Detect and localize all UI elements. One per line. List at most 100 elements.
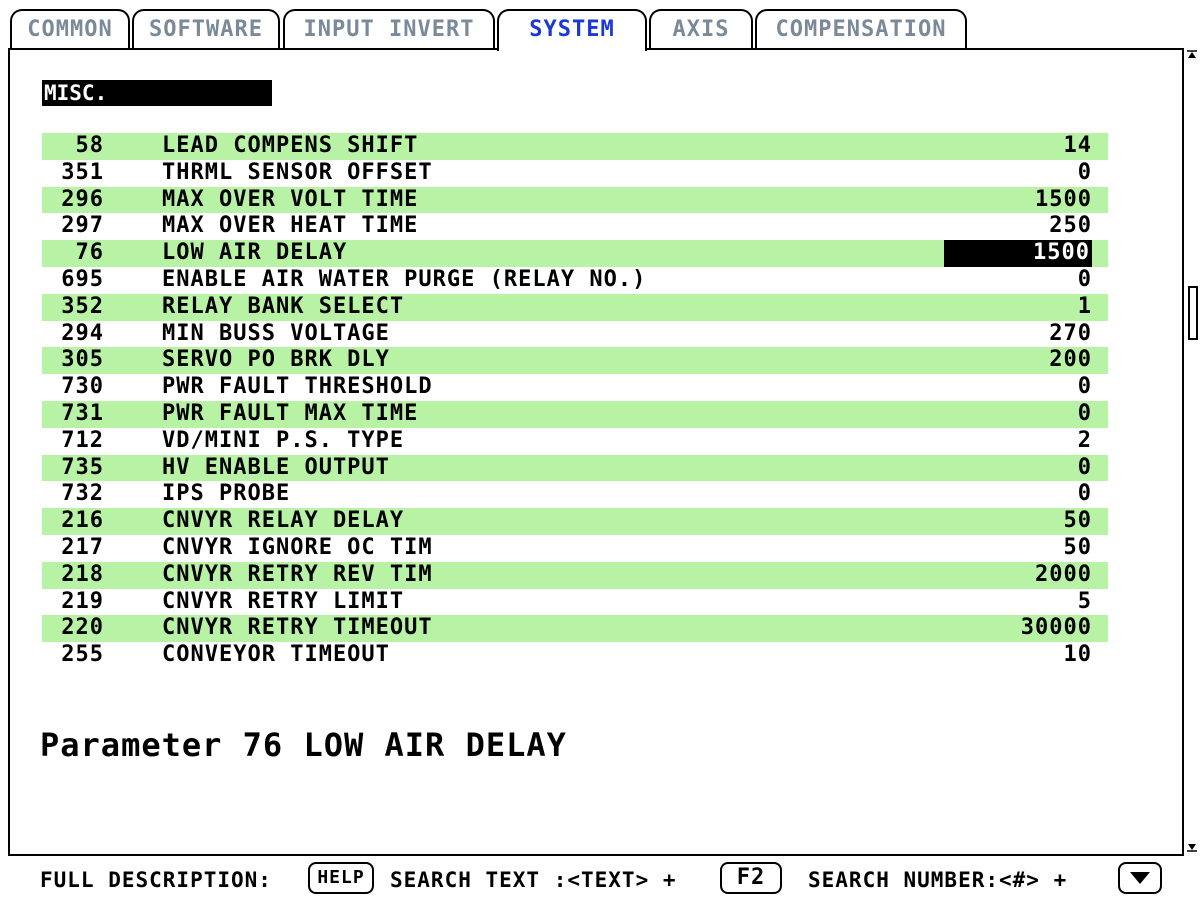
full-description-label: FULL DESCRIPTION: xyxy=(40,868,272,892)
parameter-number: 255 xyxy=(61,642,104,668)
parameter-name: MAX OVER VOLT TIME xyxy=(162,186,419,212)
parameter-row[interactable]: 217 CNVYR IGNORE OC TIM 50 xyxy=(42,535,1108,562)
parameter-value[interactable]: 50 xyxy=(1064,508,1093,535)
parameter-number: 219 xyxy=(61,588,104,614)
parameter-name: LEAD COMPENS SHIFT xyxy=(162,133,419,158)
parameter-row[interactable]: 294 MIN BUSS VOLTAGE 270 xyxy=(42,321,1108,348)
parameter-row[interactable]: 220 CNVYR RETRY TIMEOUT 30000 xyxy=(42,615,1108,643)
parameter-number: 76 xyxy=(75,240,104,266)
parameter-number: 735 xyxy=(61,454,104,480)
parameter-row[interactable]: 216 CNVYR RELAY DELAY 50 xyxy=(42,508,1108,535)
parameter-number: 297 xyxy=(61,213,104,239)
parameter-row[interactable]: 351 THRML SENSOR OFFSET 0 xyxy=(42,160,1108,187)
f2-key-button[interactable]: F2 xyxy=(720,862,782,894)
parameter-value-selected[interactable]: 1500 xyxy=(944,240,1092,267)
parameter-number: 351 xyxy=(61,159,104,185)
search-text-label: SEARCH TEXT :<TEXT> + xyxy=(390,868,677,892)
parameter-name: CNVYR RELAY DELAY xyxy=(162,508,405,534)
parameter-number: 294 xyxy=(61,320,104,346)
parameter-row[interactable]: 695 ENABLE AIR WATER PURGE (RELAY NO.) 0 xyxy=(42,267,1108,294)
parameter-name: CNVYR RETRY TIMEOUT xyxy=(162,615,433,641)
parameter-name: CNVYR RETRY REV TIM xyxy=(162,561,433,587)
scroll-up-icon[interactable] xyxy=(1187,50,1197,60)
parameter-name: MIN BUSS VOLTAGE xyxy=(162,320,390,346)
parameter-value[interactable]: 1500 xyxy=(1035,187,1092,214)
parameter-number: 216 xyxy=(61,508,104,534)
parameter-value[interactable]: 14 xyxy=(1064,133,1093,160)
parameter-name: ENABLE AIR WATER PURGE (RELAY NO.) xyxy=(162,266,647,292)
parameter-name: HV ENABLE OUTPUT xyxy=(162,454,390,480)
parameter-value[interactable]: 270 xyxy=(1049,321,1092,348)
parameter-name: RELAY BANK SELECT xyxy=(162,293,405,319)
parameter-row[interactable]: 255 CONVEYOR TIMEOUT 10 xyxy=(42,642,1108,669)
down-arrow-icon xyxy=(1130,872,1150,884)
parameter-name: THRML SENSOR OFFSET xyxy=(162,159,433,185)
tab-input-invert[interactable]: INPUT INVERT xyxy=(283,9,495,49)
parameter-value[interactable]: 0 xyxy=(1078,455,1092,482)
parameter-table: 58 LEAD COMPENS SHIFT 14 351 THRML SENSOR OF… xyxy=(42,133,1108,669)
parameter-name: SERVO PO BRK DLY xyxy=(162,347,390,373)
parameter-value[interactable]: 0 xyxy=(1078,374,1092,401)
tab-software[interactable]: SOFTWARE xyxy=(132,9,280,49)
parameter-panel: MISC. 58 LEAD COMPENS SHIFT 14 351 THRML SEN… xyxy=(8,48,1184,856)
parameter-number: 58 xyxy=(75,133,104,158)
parameter-name: CONVEYOR TIMEOUT xyxy=(162,642,390,668)
tab-axis[interactable]: AXIS xyxy=(649,9,753,49)
parameter-value[interactable]: 5 xyxy=(1078,589,1092,616)
parameter-name: LOW AIR DELAY xyxy=(162,240,348,266)
parameter-row[interactable]: 735 HV ENABLE OUTPUT 0 xyxy=(42,454,1108,482)
parameter-value[interactable]: 30000 xyxy=(1021,615,1092,642)
parameter-row[interactable]: 219 CNVYR RETRY LIMIT 5 xyxy=(42,589,1108,616)
help-key-button[interactable]: HELP xyxy=(308,862,374,894)
parameter-number: 218 xyxy=(61,561,104,587)
parameter-value[interactable]: 0 xyxy=(1078,267,1092,294)
parameter-number: 220 xyxy=(61,615,104,641)
parameter-name: IPS PROBE xyxy=(162,481,291,507)
parameter-value[interactable]: 2 xyxy=(1078,428,1092,455)
scroll-down-icon[interactable] xyxy=(1187,842,1197,852)
down-arrow-key-button[interactable] xyxy=(1118,862,1162,894)
parameter-row[interactable]: 296 MAX OVER VOLT TIME 1500 xyxy=(42,186,1108,214)
parameter-value[interactable]: 0 xyxy=(1078,401,1092,428)
section-header: MISC. xyxy=(42,80,272,106)
parameter-number: 732 xyxy=(61,481,104,507)
vertical-scrollbar[interactable] xyxy=(1184,48,1200,856)
parameter-number: 217 xyxy=(61,534,104,560)
parameter-row[interactable]: 732 IPS PROBE 0 xyxy=(42,481,1108,508)
parameter-name: VD/MINI P.S. TYPE xyxy=(162,427,405,453)
parameter-value[interactable]: 200 xyxy=(1049,347,1092,374)
parameter-value[interactable]: 250 xyxy=(1049,213,1092,240)
tab-common[interactable]: COMMON xyxy=(10,9,130,49)
parameter-description: Parameter 76 LOW AIR DELAY xyxy=(40,726,567,764)
parameter-row[interactable]: 218 CNVYR RETRY REV TIM 2000 xyxy=(42,561,1108,589)
parameter-value[interactable]: 0 xyxy=(1078,481,1092,508)
parameter-row[interactable]: 712 VD/MINI P.S. TYPE 2 xyxy=(42,428,1108,455)
parameter-row[interactable]: 76 LOW AIR DELAY 1500 xyxy=(42,240,1108,267)
parameter-row[interactable]: 730 PWR FAULT THRESHOLD 0 xyxy=(42,374,1108,401)
parameter-row[interactable]: 352 RELAY BANK SELECT 1 xyxy=(42,293,1108,321)
scroll-up-arrow-icon xyxy=(1187,50,1197,58)
parameter-number: 731 xyxy=(61,400,104,426)
tab-compensation[interactable]: COMPENSATION xyxy=(755,9,967,49)
tab-system[interactable]: SYSTEM xyxy=(497,9,647,51)
search-number-label: SEARCH NUMBER:<#> + xyxy=(808,868,1068,892)
parameter-row[interactable]: 297 MAX OVER HEAT TIME 250 xyxy=(42,213,1108,240)
footer-help-bar: FULL DESCRIPTION: HELP SEARCH TEXT :<TEX… xyxy=(40,862,1190,898)
parameter-name: CNVYR RETRY LIMIT xyxy=(162,588,405,614)
parameter-number: 296 xyxy=(61,186,104,212)
parameter-value[interactable]: 1 xyxy=(1078,294,1092,321)
parameter-row[interactable]: 305 SERVO PO BRK DLY 200 xyxy=(42,347,1108,375)
parameter-number: 712 xyxy=(61,427,104,453)
parameter-value[interactable]: 50 xyxy=(1064,535,1093,562)
parameter-value[interactable]: 0 xyxy=(1078,160,1092,187)
parameter-name: PWR FAULT THRESHOLD xyxy=(162,374,433,400)
parameter-number: 352 xyxy=(61,293,104,319)
parameter-value[interactable]: 10 xyxy=(1064,642,1093,669)
parameter-row[interactable]: 731 PWR FAULT MAX TIME 0 xyxy=(42,400,1108,428)
parameter-value[interactable]: 2000 xyxy=(1035,562,1092,589)
parameter-number: 695 xyxy=(61,266,104,292)
scroll-thumb[interactable] xyxy=(1188,286,1198,340)
parameter-number: 305 xyxy=(61,347,104,373)
parameter-row[interactable]: 58 LEAD COMPENS SHIFT 14 xyxy=(42,133,1108,160)
parameter-name: MAX OVER HEAT TIME xyxy=(162,213,419,239)
